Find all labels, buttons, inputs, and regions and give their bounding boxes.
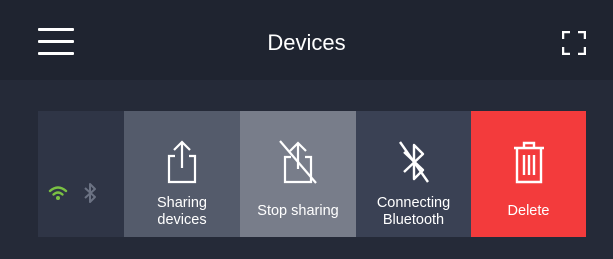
stop-sharing-button[interactable]: Stop sharing [240, 111, 356, 237]
bluetooth-disabled-icon [398, 141, 429, 183]
delete-label: Delete [507, 203, 550, 219]
fullscreen-button[interactable] [561, 30, 587, 56]
page-title: Devices [267, 30, 346, 55]
device-row[interactable]: Sharing devices Stop sharing Connecting … [38, 111, 586, 237]
delete-button[interactable]: Delete [471, 111, 586, 237]
stop-sharing-label: Stop sharing [257, 203, 339, 219]
sharing-devices-label: Sharing devices [157, 195, 207, 228]
top-bar: Devices [0, 0, 613, 80]
share-icon [167, 140, 197, 184]
connecting-bluetooth-button[interactable]: Connecting Bluetooth [356, 111, 471, 237]
sharing-devices-button[interactable]: Sharing devices [124, 111, 240, 237]
fullscreen-icon [561, 30, 587, 56]
connecting-bluetooth-label: Connecting Bluetooth [376, 195, 451, 228]
trash-icon [513, 141, 544, 184]
bluetooth-icon [84, 183, 96, 203]
wifi-icon [48, 186, 68, 200]
stop-sharing-icon [279, 140, 317, 184]
device-status-cell[interactable] [38, 111, 124, 237]
